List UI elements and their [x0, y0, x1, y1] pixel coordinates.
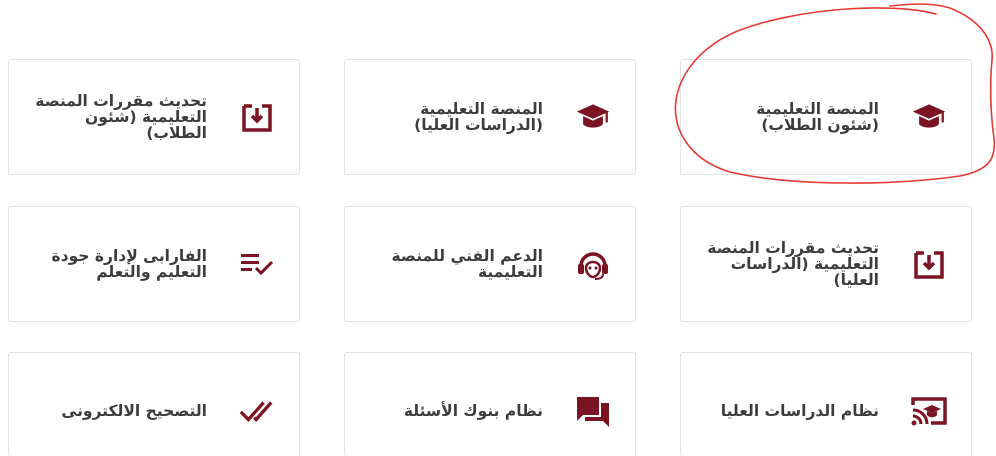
card-label: تحديث مقررات المنصة التعليمية (الدراسات …: [707, 239, 879, 289]
card-electronic-grading[interactable]: التصحيح الالكترونى: [8, 352, 300, 456]
card-platform-student-affairs[interactable]: المنصة التعليمية (شئون الطلاب): [680, 59, 972, 175]
card-label: نظام الدراسات العليا: [720, 402, 879, 420]
double-check-icon: [239, 393, 275, 429]
card-label: الفارابى لإدارة جودة التعليم والتعلم: [51, 247, 207, 281]
card-label: الدعم الفني للمنصة التعليمية: [391, 247, 543, 281]
download-box-icon: [239, 99, 275, 135]
graduation-cap-icon: [911, 99, 947, 135]
card-platform-graduate-studies[interactable]: المنصة التعليمية (الدراسات العليا): [344, 59, 636, 175]
card-label: نظام بنوك الأسئلة: [403, 402, 543, 420]
chat-bubbles-icon: [575, 393, 611, 429]
card-question-banks[interactable]: نظام بنوك الأسئلة: [344, 352, 636, 456]
cast-education-icon: [911, 393, 947, 429]
download-box-icon: [911, 246, 947, 282]
card-farabi-quality[interactable]: الفارابى لإدارة جودة التعليم والتعلم: [8, 206, 300, 322]
card-technical-support[interactable]: الدعم الفني للمنصة التعليمية: [344, 206, 636, 322]
headset-icon: [575, 246, 611, 282]
card-label: المنصة التعليمية (الدراسات العليا): [414, 100, 543, 134]
card-label: تحديث مقررات المنصة التعليمية (شئون الطل…: [35, 92, 207, 142]
card-label: المنصة التعليمية (شئون الطلاب): [756, 100, 879, 134]
card-graduate-system[interactable]: نظام الدراسات العليا: [680, 352, 972, 456]
list-check-icon: [239, 246, 275, 282]
card-update-courses-graduate[interactable]: تحديث مقررات المنصة التعليمية (الدراسات …: [680, 206, 972, 322]
graduation-cap-icon: [575, 99, 611, 135]
card-update-courses-student-affairs[interactable]: تحديث مقررات المنصة التعليمية (شئون الطل…: [8, 59, 300, 175]
card-label: التصحيح الالكترونى: [61, 402, 207, 420]
